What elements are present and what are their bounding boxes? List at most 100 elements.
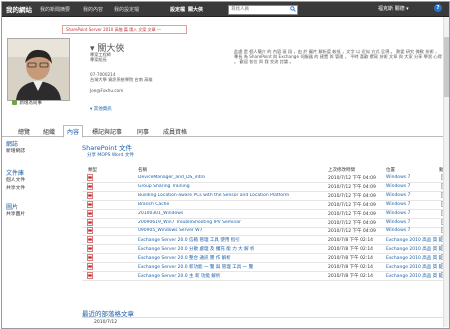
col-type[interactable]: 類型 bbox=[88, 167, 97, 173]
tab-colleagues[interactable]: 同事 bbox=[134, 126, 152, 137]
table-row[interactable]: Exchange Server 20.0 信箱 管理 工具 使用 指引 2010/… bbox=[82, 236, 449, 244]
tab-overview[interactable]: 總覽 bbox=[15, 126, 33, 137]
tab-tags-notes[interactable]: 標記與記事 bbox=[89, 126, 125, 137]
pdf-file-icon bbox=[87, 174, 93, 181]
document-location-link[interactable]: Exchange 2010 高品 質 錦 科 bbox=[386, 255, 449, 261]
document-name-link[interactable]: Exchange Server 20.0 信箱 管理 工具 使用 指引 bbox=[138, 237, 318, 243]
table-row[interactable]: Group Sharing Training 2010/7/12 下午 04:09… bbox=[82, 183, 446, 191]
pdf-file-icon bbox=[87, 227, 93, 235]
table-row[interactable]: Exchange Server 20.0 整合 通訊 實 作 解析 2010/7/… bbox=[82, 254, 449, 262]
scrollbar-thumb[interactable] bbox=[444, 37, 449, 97]
nav-newsfeed[interactable]: 我的新聞摘要 bbox=[40, 6, 70, 13]
document-modified-date: 2010/7/12 下午 04:09 bbox=[328, 202, 376, 208]
document-name-link[interactable]: Building Location-aware PCs with the Sen… bbox=[138, 193, 318, 198]
document-location-link[interactable]: Windows 7 bbox=[386, 202, 410, 207]
vertical-scrollbar[interactable] bbox=[443, 17, 449, 327]
document-location-link[interactable]: Exchange 2010 高品 質 錦 科 bbox=[386, 237, 449, 243]
document-name-link[interactable]: 090905_Windows Server W7 bbox=[138, 228, 318, 233]
document-location-link[interactable]: Exchange 2010 高品 質 錦 科 bbox=[386, 273, 449, 279]
people-search-input[interactable] bbox=[229, 6, 289, 12]
window: 我的網站 我的新聞摘要 我的內容 我的設定檔 設定檔 關大俠 福克斯 關德 ▾ … bbox=[1, 1, 450, 329]
document-location-link[interactable]: Windows 7 bbox=[386, 184, 410, 189]
document-modified-date: 2010/7/8 下午 02:14 bbox=[328, 238, 374, 244]
document-modified-date: 2010/7/8 下午 02:14 bbox=[328, 256, 374, 262]
document-modified-date: 2010/7/12 下午 04:09 bbox=[328, 184, 376, 190]
document-name-link[interactable]: Exchange Server 20.0 新功能 一 覽 與 管理 工具 一 覽 bbox=[138, 264, 318, 270]
help-icon[interactable]: ? bbox=[434, 4, 442, 12]
document-name-link[interactable]: DeviceManager_and_DS_intro bbox=[138, 175, 318, 180]
nav-my-content[interactable]: 我的內容 bbox=[83, 6, 103, 13]
table-row[interactable]: 20090619_Win7 TroubleShooting IPV Semina… bbox=[82, 218, 446, 227]
table-row[interactable]: 20100301_Windows 2010/7/12 下午 04:09 Window… bbox=[82, 209, 446, 218]
profile-role: 專案組長 bbox=[90, 57, 107, 62]
top-navigation-bar: 我的網站 我的新聞摘要 我的內容 我的設定檔 設定檔 關大俠 福克斯 關德 ▾ … bbox=[2, 2, 449, 17]
profile-email[interactable]: Joe@Foxhu.com bbox=[90, 88, 123, 93]
document-name-link[interactable]: Exchange Server 20.0 整合 通訊 實 作 解析 bbox=[138, 255, 318, 261]
document-name-link[interactable]: 20090619_Win7 TroubleShooting IPV Semina… bbox=[138, 220, 318, 225]
nav-user-link[interactable]: 關大俠 bbox=[188, 6, 203, 13]
pdf-file-icon bbox=[87, 191, 93, 199]
leftnav-personal-docs[interactable]: 個人文件 bbox=[6, 176, 25, 183]
table-row[interactable]: Exchange Server 20.0 分散 處理 及 擴充 能 力 大 解 … bbox=[82, 245, 449, 253]
col-modified[interactable]: 上次修改時間 bbox=[328, 167, 355, 173]
col-location[interactable]: 位置 bbox=[386, 167, 395, 173]
document-location-link[interactable]: Exchange 2010 高品 質 錦 科 bbox=[386, 246, 449, 252]
pdf-file-icon bbox=[87, 209, 93, 217]
my-site-title[interactable]: 我的網站 bbox=[6, 4, 32, 14]
nav-profile-link[interactable]: 設定檔 bbox=[170, 6, 185, 13]
tab-content[interactable]: 內容 bbox=[63, 125, 84, 138]
document-modified-date: 2010/7/8 下午 02:14 bbox=[328, 247, 374, 253]
document-modified-date: 2010/7/12 下午 04:09 bbox=[328, 211, 376, 217]
section-title: SharePoint 文件 bbox=[82, 144, 132, 152]
avatar bbox=[7, 38, 70, 101]
table-row[interactable]: Branch Cache 2010/7/12 下午 04:09 Windows 7 bbox=[82, 200, 446, 209]
document-name-link[interactable]: Exchange Server 20.0 主 新 功能 解析 bbox=[138, 273, 318, 279]
table-row[interactable]: Exchange Server 20.0 新功能 一 覽 與 管理 工具 一 覽… bbox=[82, 263, 449, 271]
table-row[interactable]: DeviceManager_and_DS_intro 2010/7/12 下午 0… bbox=[82, 174, 446, 182]
profile-about-text: 此處 是 個人簡介 的 內容 區 段 ，由 於 圖片 解析度 較低 ，文字 以 … bbox=[234, 49, 442, 65]
tab-memberships[interactable]: 成員資格 bbox=[160, 126, 190, 137]
pdf-file-icon bbox=[87, 254, 93, 261]
table-row[interactable]: Building Location-aware PCs with the Sen… bbox=[82, 191, 446, 200]
document-modified-date: 2010/7/12 下午 04:09 bbox=[328, 193, 376, 199]
table-row[interactable]: Exchange Server 20.0 主 新 功能 解析 2010/7/8 下… bbox=[82, 272, 449, 280]
blog-post-date: 2010/7/12 bbox=[94, 320, 118, 325]
leftnav-new-blog[interactable]: 新增網誌 bbox=[6, 147, 25, 154]
people-search-box bbox=[228, 4, 298, 15]
document-location-link[interactable]: Exchange 2010 高品 質 錦 科 bbox=[386, 264, 449, 270]
pdf-file-icon bbox=[87, 183, 93, 190]
document-name-link[interactable]: 20100301_Windows bbox=[138, 211, 318, 216]
divider bbox=[82, 317, 446, 318]
table-row[interactable]: 090905_Windows Server W7 2010/7/12 下午 04:… bbox=[82, 227, 446, 235]
status-message-box[interactable]: SharePoint Server 2010 高階 篇 請入 文案 文章 一 bbox=[62, 25, 187, 34]
section-subtitle[interactable]: 分享 MOPS Word 文件 bbox=[87, 152, 134, 158]
profile-department: 台灣大學 資訊系統學院 台南 高雄 bbox=[90, 77, 153, 82]
profile-photo bbox=[8, 39, 69, 100]
pdf-file-icon bbox=[87, 272, 93, 279]
user-menu[interactable]: 福克斯 關德 ▾ bbox=[378, 5, 409, 12]
col-name[interactable]: 名稱 bbox=[138, 167, 147, 173]
document-name-link[interactable]: Branch Cache bbox=[138, 202, 318, 207]
document-name-link[interactable]: Exchange Server 20.0 分散 處理 及 擴充 能 力 大 解 … bbox=[138, 246, 318, 252]
document-location-link[interactable]: Windows 7 bbox=[386, 175, 410, 180]
document-location-link[interactable]: Windows 7 bbox=[386, 211, 410, 216]
pdf-file-icon bbox=[87, 245, 93, 252]
add-colleague-button[interactable]: 新增為同事 bbox=[12, 100, 42, 106]
row-divider bbox=[82, 279, 446, 281]
document-modified-date: 2010/7/12 下午 04:09 bbox=[328, 229, 376, 235]
pdf-file-icon bbox=[87, 200, 93, 208]
document-name-link[interactable]: Group Sharing Training bbox=[138, 184, 318, 189]
document-modified-date: 2010/7/8 下午 02:14 bbox=[328, 273, 374, 279]
nav-my-profile[interactable]: 我的設定檔 bbox=[114, 6, 139, 13]
document-location-link[interactable]: Windows 7 bbox=[386, 228, 410, 233]
document-location-link[interactable]: Windows 7 bbox=[386, 220, 410, 225]
document-modified-date: 2010/7/8 下午 02:14 bbox=[328, 265, 374, 270]
document-location-link[interactable]: Windows 7 bbox=[386, 193, 410, 198]
pdf-file-icon bbox=[87, 263, 93, 270]
tab-organization[interactable]: 組織 bbox=[40, 126, 58, 137]
search-icon[interactable] bbox=[290, 6, 296, 12]
leftnav-shared-docs[interactable]: 共享文件 bbox=[6, 184, 25, 191]
leftnav-shared-pictures[interactable]: 共享圖片 bbox=[6, 210, 25, 217]
document-modified-date: 2010/7/12 下午 04:09 bbox=[328, 176, 376, 181]
more-info-link[interactable]: ▾ 其他資訊 bbox=[90, 106, 112, 112]
